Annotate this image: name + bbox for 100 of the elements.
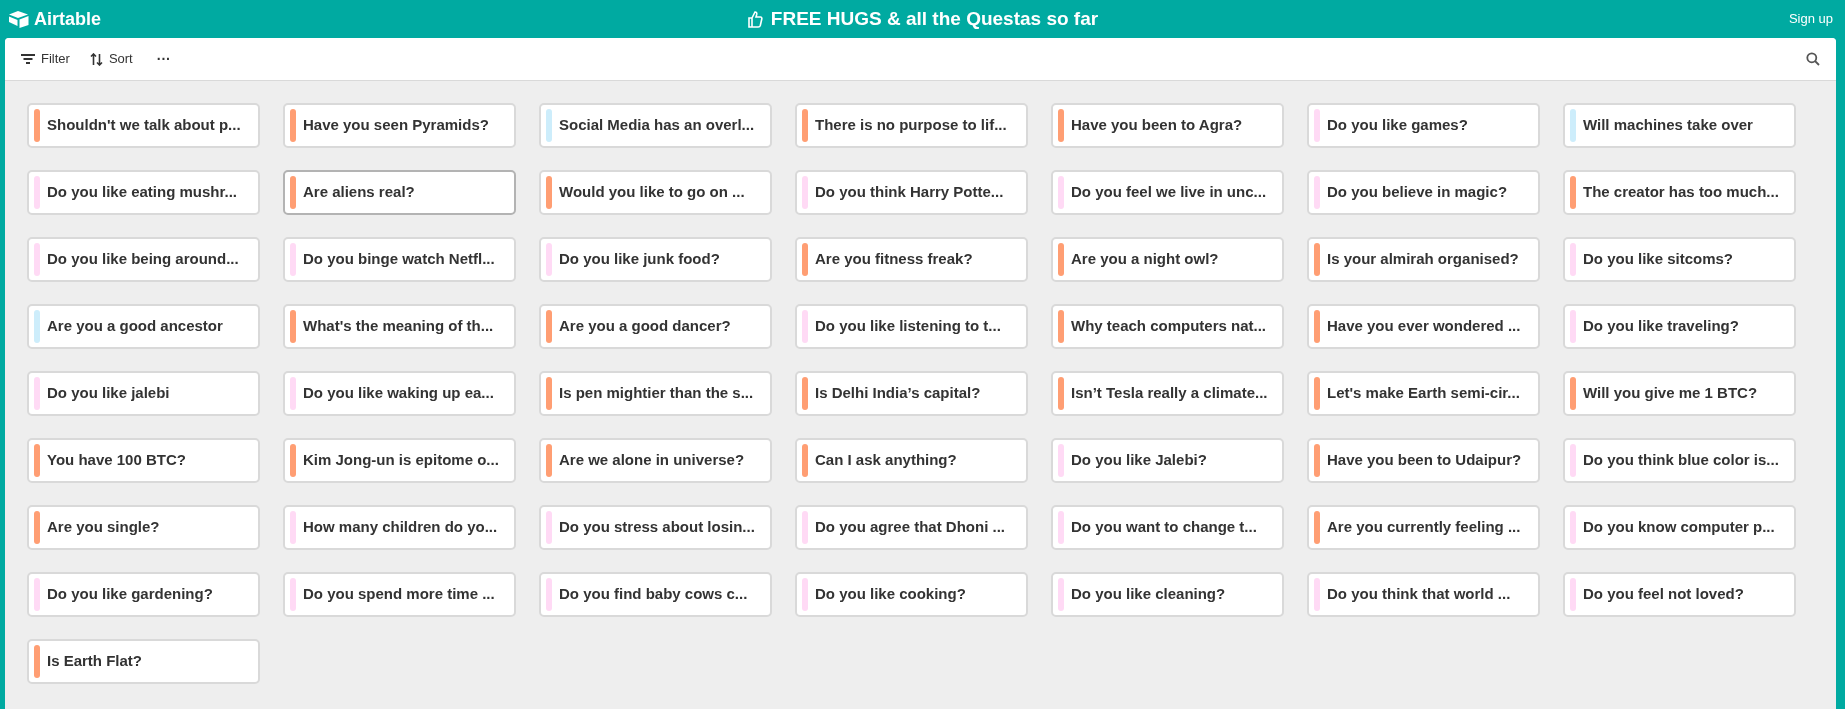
card-title: Do you find baby cows c... (559, 584, 748, 605)
card-title: Do you like cleaning? (1071, 584, 1226, 605)
card-title: Do you feel not loved? (1583, 584, 1744, 605)
record-card[interactable]: Do you find baby cows c... (539, 572, 772, 617)
record-card[interactable]: Do you agree that Dhoni ... (795, 505, 1028, 550)
record-card[interactable]: Have you ever wondered ... (1307, 304, 1540, 349)
record-card[interactable]: Are you a night owl? (1051, 237, 1284, 282)
card-title: Do you feel we live in unc... (1071, 182, 1267, 203)
more-button[interactable]: ··· (152, 48, 175, 70)
record-card[interactable]: Do you think blue color is... (1563, 438, 1796, 483)
record-card[interactable]: Is Earth Flat? (27, 639, 260, 684)
record-card[interactable]: Are we alone in universe? (539, 438, 772, 483)
card-title: Do you like waking up ea... (303, 383, 494, 404)
filter-button[interactable]: Filter (21, 49, 70, 69)
record-card[interactable]: Do you want to change t... (1051, 505, 1284, 550)
record-card[interactable]: Do you like sitcoms? (1563, 237, 1796, 282)
record-card[interactable]: Do you stress about losin... (539, 505, 772, 550)
record-card[interactable]: There is no purpose to lif... (795, 103, 1028, 148)
record-card[interactable]: Do you like games? (1307, 103, 1540, 148)
record-card[interactable]: Have you seen Pyramids? (283, 103, 516, 148)
record-card[interactable]: Do you like eating mushr... (27, 170, 260, 215)
record-card[interactable]: Social Media has an overl... (539, 103, 772, 148)
card-title: Do you want to change t... (1071, 517, 1257, 538)
record-card[interactable]: Do you feel not loved? (1563, 572, 1796, 617)
sort-icon (89, 52, 103, 66)
record-card[interactable]: Are aliens real? (283, 170, 516, 215)
card-title: Is Earth Flat? (47, 651, 143, 672)
card-title: What's the meaning of th... (303, 316, 494, 337)
record-card[interactable]: Are you a good ancestor (27, 304, 260, 349)
card-title: Do you like cooking? (815, 584, 966, 605)
card-title: Have you been to Agra? (1071, 115, 1243, 136)
record-card[interactable]: The creator has too much... (1563, 170, 1796, 215)
record-card[interactable]: Do you like cooking? (795, 572, 1028, 617)
card-title: Are you single? (47, 517, 160, 538)
card-title: Would you like to go on ... (559, 182, 745, 203)
record-card[interactable]: Is Delhi India’s capital? (795, 371, 1028, 416)
record-card[interactable]: Do you like listening to t... (795, 304, 1028, 349)
card-title: Have you ever wondered ... (1327, 316, 1521, 337)
record-card[interactable]: Will machines take over (1563, 103, 1796, 148)
record-card[interactable]: Are you a good dancer? (539, 304, 772, 349)
card-title: Do you agree that Dhoni ... (815, 517, 1005, 538)
card-title: Do you like Jalebi? (1071, 450, 1207, 471)
logo-icon (8, 10, 30, 28)
record-card[interactable]: Do you think that world ... (1307, 572, 1540, 617)
card-title: Do you like junk food? (559, 249, 720, 270)
record-card[interactable]: Do you like waking up ea... (283, 371, 516, 416)
sort-button[interactable]: Sort (89, 49, 133, 69)
card-title: Do you spend more time ... (303, 584, 495, 605)
record-card[interactable]: Do you spend more time ... (283, 572, 516, 617)
card-title: Social Media has an overl... (559, 115, 755, 136)
record-card[interactable]: Do you believe in magic? (1307, 170, 1540, 215)
base-title: FREE HUGS & all the Questas so far (770, 6, 1099, 31)
record-card[interactable]: Let's make Earth semi-cir... (1307, 371, 1540, 416)
card-title: Can I ask anything? (815, 450, 957, 471)
record-card[interactable]: Shouldn't we talk about p... (27, 103, 260, 148)
card-title: How many children do yo... (303, 517, 498, 538)
record-card[interactable]: What's the meaning of th... (283, 304, 516, 349)
record-card[interactable]: Is your almirah organised? (1307, 237, 1540, 282)
card-title: Do you like listening to t... (815, 316, 1001, 337)
card-title: Do you stress about losin... (559, 517, 755, 538)
record-card[interactable]: Are you fitness freak? (795, 237, 1028, 282)
card-title: Do you like sitcoms? (1583, 249, 1734, 270)
record-card[interactable]: Kim Jong-un is epitome o... (283, 438, 516, 483)
record-card[interactable]: How many children do yo... (283, 505, 516, 550)
record-card[interactable]: Do you binge watch Netfl... (283, 237, 516, 282)
record-card[interactable]: Have you been to Agra? (1051, 103, 1284, 148)
card-title: Is pen mightier than the s... (559, 383, 754, 404)
card-title: Will you give me 1 BTC? (1583, 383, 1758, 404)
thumbs-up-icon (746, 10, 763, 28)
card-title: Are you a good dancer? (559, 316, 731, 337)
record-card[interactable]: Do you think Harry Potte... (795, 170, 1028, 215)
record-card[interactable]: Would you like to go on ... (539, 170, 772, 215)
record-card[interactable]: Do you like jalebi (27, 371, 260, 416)
record-card[interactable]: Do you like gardening? (27, 572, 260, 617)
record-card[interactable]: You have 100 BTC? (27, 438, 260, 483)
record-card[interactable]: Do you like traveling? (1563, 304, 1796, 349)
record-card[interactable]: Are you single? (27, 505, 260, 550)
search-icon[interactable] (1806, 52, 1820, 66)
record-card[interactable]: Do you like being around... (27, 237, 260, 282)
record-card[interactable]: Do you know computer p... (1563, 505, 1796, 550)
record-card[interactable]: Do you like cleaning? (1051, 572, 1284, 617)
record-card[interactable]: Is pen mightier than the s... (539, 371, 772, 416)
card-title: Is your almirah organised? (1327, 249, 1519, 270)
record-card[interactable]: Can I ask anything? (795, 438, 1028, 483)
card-title: The creator has too much... (1583, 182, 1779, 203)
card-title: There is no purpose to lif... (815, 115, 1007, 136)
record-card[interactable]: Do you like Jalebi? (1051, 438, 1284, 483)
record-card[interactable]: Why teach computers nat... (1051, 304, 1284, 349)
card-title: Do you like traveling? (1583, 316, 1739, 337)
card-title: Have you been to Udaipur? (1327, 450, 1522, 471)
record-card[interactable]: Isn’t Tesla really a climate... (1051, 371, 1284, 416)
card-title: Are we alone in universe? (559, 450, 745, 471)
record-card[interactable]: Do you like junk food? (539, 237, 772, 282)
card-title: Do you like gardening? (47, 584, 213, 605)
record-card[interactable]: Will you give me 1 BTC? (1563, 371, 1796, 416)
record-card[interactable]: Are you currently feeling ... (1307, 505, 1540, 550)
record-card[interactable]: Do you feel we live in unc... (1051, 170, 1284, 215)
card-title: Are aliens real? (303, 182, 415, 203)
record-card[interactable]: Have you been to Udaipur? (1307, 438, 1540, 483)
card-title: Do you like games? (1327, 115, 1468, 136)
